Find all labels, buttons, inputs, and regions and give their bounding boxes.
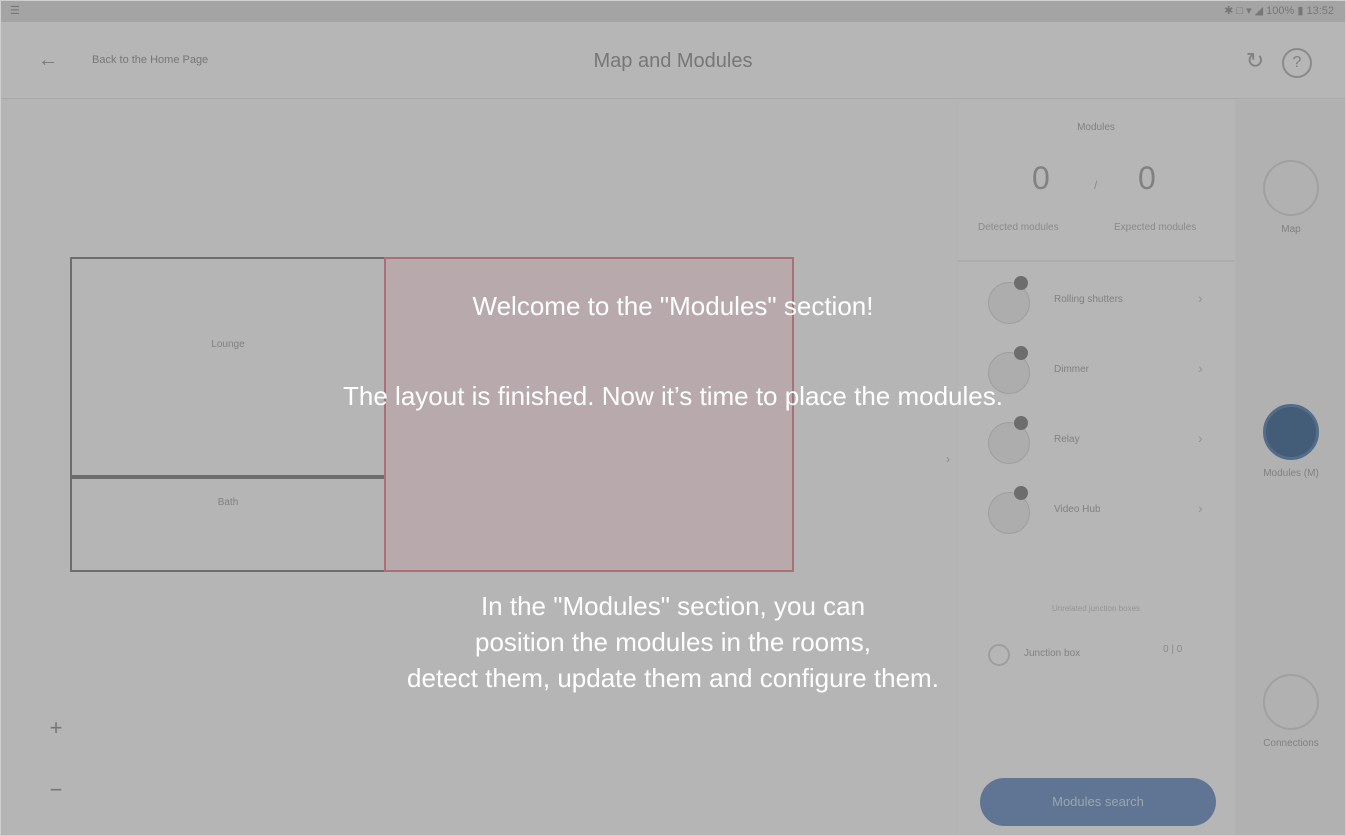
- tutorial-overlay[interactable]: Welcome to the "Modules" section! The la…: [0, 0, 1346, 836]
- screen-frame: [0, 0, 1346, 836]
